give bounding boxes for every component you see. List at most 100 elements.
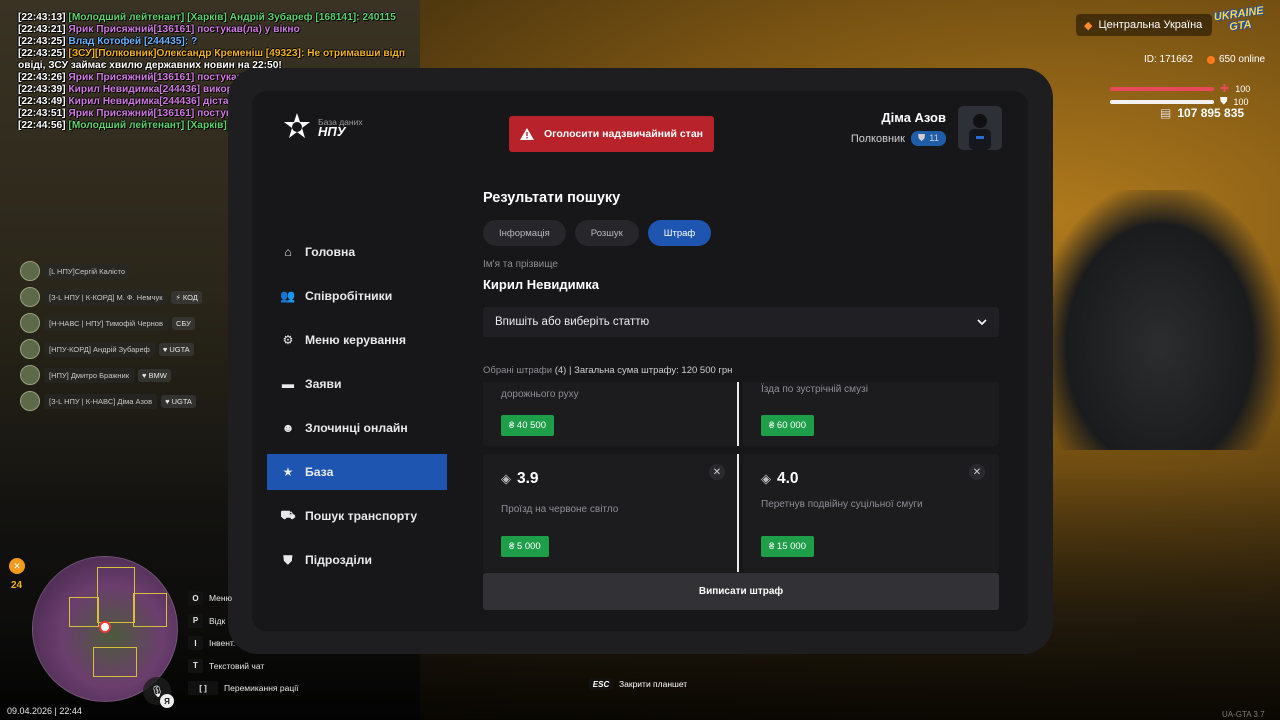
chat-line: [22:43:21] Ярик Присяжний[136161] постук… xyxy=(18,24,438,36)
chat-time: [22:43:26] xyxy=(18,72,66,83)
tag-icon: ◈ xyxy=(761,471,771,486)
version-label: UA-GTA 3.7 xyxy=(1222,710,1265,719)
voice-tag: ♥ BMW xyxy=(138,368,171,382)
region-label: Центральна Україна xyxy=(1098,19,1203,31)
player-id: ID: 171662 xyxy=(1144,54,1193,65)
sidebar-item-label: База xyxy=(305,465,334,479)
emergency-alert-button[interactable]: Оголосити надзвичайний стан xyxy=(509,116,714,152)
users-icon: 👥 xyxy=(280,289,296,303)
datetime: 09.04.2026 | 22:44 xyxy=(7,706,82,716)
keybind-hints: O Меню P Відк I Інвент. T Текстовий чат [ ] Перем… xyxy=(188,587,298,700)
avatar xyxy=(20,339,40,359)
chevron-down-icon xyxy=(977,319,987,325)
heart-icon: ✚ xyxy=(1220,83,1230,95)
sidebar-item[interactable]: ★ База xyxy=(267,454,447,490)
armor-fill xyxy=(1110,99,1214,104)
key-cap: I xyxy=(188,636,203,651)
article-select-label: Впишіть або виберіть статтю xyxy=(495,316,650,328)
chat-message: Влад Котофей [244435]: ? xyxy=(68,36,198,47)
chat-time: [22:43:25] xyxy=(18,36,66,47)
hunger-value: 24 xyxy=(11,580,23,591)
chat-time: [22:44:56] xyxy=(18,120,66,131)
fine-amount: ₴ 40 500 xyxy=(501,415,554,436)
gear-icon: ⚙ xyxy=(282,333,294,347)
chat-time: [22:43:39] xyxy=(18,84,66,95)
key-cap: O xyxy=(188,591,203,606)
page-title: Результати пошуку xyxy=(483,190,621,206)
fine-article: ◈ 4.0 xyxy=(761,470,799,487)
article-select[interactable]: Впишіть або виберіть статтю xyxy=(483,307,999,337)
cash-icon: ▤ xyxy=(1160,106,1172,120)
fine-card: ◈ 3.9 Проїзд на червоне світло ₴ 5 000 ✕ xyxy=(483,454,739,572)
mask-icon: ☻ xyxy=(281,421,295,435)
fine-card: Їзда по зустрічній смузі ₴ 60 000 xyxy=(743,382,999,446)
sidebar-item[interactable]: ⌂ Головна xyxy=(267,234,447,270)
keybind-row: O Меню xyxy=(188,587,298,610)
chat-time: [22:43:21] xyxy=(18,24,66,35)
sidebar-item[interactable]: ⛟ Пошук транспорту xyxy=(267,498,447,534)
remove-fine-button[interactable]: ✕ xyxy=(969,464,985,480)
avatar xyxy=(20,313,40,333)
user-info: Діма Азов Полковник ⛊ 11 xyxy=(851,110,946,146)
sidebar-item[interactable]: ☻ Злочинці онлайн xyxy=(267,410,447,446)
fine-card: дорожнього руху ₴ 40 500 xyxy=(483,382,739,446)
car-icon: ⛟ xyxy=(280,508,296,522)
fine-amount: ₴ 60 000 xyxy=(761,415,814,436)
avatar xyxy=(958,106,1002,150)
keybind-row: P Відк xyxy=(188,610,298,633)
region-indicator: ◆ Центральна Україна xyxy=(1076,14,1213,36)
fines-summary: Обрані штрафи (4) | Загальна сума штрафу… xyxy=(483,365,732,376)
close-icon: ✕ xyxy=(972,466,982,478)
npu-label: База даних НПУ xyxy=(318,117,363,139)
armor-value: 100 xyxy=(1233,96,1249,107)
health-value: 100 xyxy=(1235,83,1251,94)
result-tabs: Інформація Розшук Штраф xyxy=(483,220,712,246)
shield-icon: ⛊ xyxy=(283,552,293,567)
tab[interactable]: Розшук xyxy=(574,220,639,246)
sidebar-item[interactable]: ⛊ Підрозділи xyxy=(267,542,447,578)
chat-time: [22:43:25] xyxy=(18,48,66,59)
sidebar-item[interactable]: ▬ Заяви xyxy=(267,366,447,402)
selected-fines-list[interactable]: дорожнього руху ₴ 40 500 Їзда по зустріч… xyxy=(483,382,999,572)
sidebar-item-label: Злочинці онлайн xyxy=(305,421,408,435)
sidebar-item[interactable]: ⚙ Меню керування xyxy=(267,322,447,358)
voice-item: [НПУ-КОРД] Андрій Зубареф ♥ UGTA xyxy=(20,336,202,362)
fine-description: дорожнього руху xyxy=(501,389,579,400)
voice-item: [З-L НПУ | К-КОРД] М. Ф. Немчук ⚡ КОД xyxy=(20,284,202,310)
player-id-line: ID: 171662 650 online xyxy=(1144,54,1265,65)
name-label: Ім'я та прізвище xyxy=(483,259,558,270)
sidebar-nav: ⌂ Головна 👥 Співробітники ⚙ Меню керування ▬ За… xyxy=(267,234,447,586)
avatar xyxy=(20,365,40,385)
sidebar-item-label: Співробітники xyxy=(305,289,393,303)
chat-time: [22:43:49] xyxy=(18,96,66,107)
tab[interactable]: Інформація xyxy=(483,220,566,246)
issue-fine-button[interactable]: Виписати штраф xyxy=(483,573,999,610)
star-icon: ★ xyxy=(282,465,294,479)
voice-tag: ⚡ КОД xyxy=(171,290,202,304)
voice-item: [НПУ] Дмитро Бражник ♥ BMW xyxy=(20,362,202,388)
chat-message: овіді, ЗСУ займає хвилю державних новин … xyxy=(18,60,282,71)
chat-time: [22:43:13] xyxy=(18,12,66,23)
keybind-label: Перемикання рації xyxy=(224,683,299,694)
money-value: 107 895 835 xyxy=(1177,106,1245,120)
fine-amount: ₴ 15 000 xyxy=(761,536,814,557)
tab[interactable]: Штраф xyxy=(647,220,712,246)
player-marker-icon xyxy=(99,621,111,633)
sidebar-item[interactable]: 👥 Співробітники xyxy=(267,278,447,314)
sidebar-item-label: Головна xyxy=(305,245,356,259)
user-rank-row: Полковник ⛊ 11 xyxy=(851,131,946,146)
online-count: 650 online xyxy=(1206,54,1265,65)
keybind-label: Інвент. xyxy=(209,638,236,649)
voice-tag: ♥ UGTA xyxy=(158,342,194,356)
key-cap: T xyxy=(188,658,203,673)
money-display: ▤ 107 895 835 xyxy=(1160,106,1244,120)
user-name: Діма Азов xyxy=(881,110,946,125)
map-block xyxy=(69,597,99,627)
map-block xyxy=(97,567,135,623)
avatar xyxy=(20,261,40,281)
chat-line: [22:43:25] Влад Котофей [244435]: ? xyxy=(18,36,438,48)
voice-tag: СБУ xyxy=(171,316,195,330)
voice-item: [З-L НПУ | К-НАВС] Діма Азов ♥ UGTA xyxy=(20,388,202,414)
key-cap: P xyxy=(188,613,203,628)
remove-fine-button[interactable]: ✕ xyxy=(709,464,725,480)
